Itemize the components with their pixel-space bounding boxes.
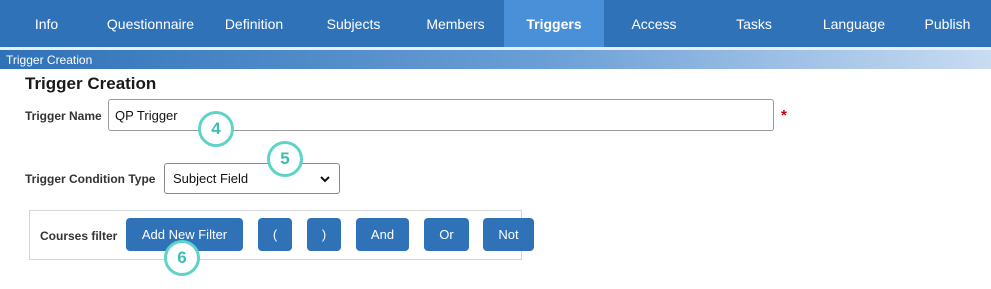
tab-language[interactable]: Language (804, 0, 904, 47)
condition-type-select[interactable]: Subject Field (164, 163, 340, 194)
or-button[interactable]: Or (424, 218, 469, 251)
tab-access[interactable]: Access (604, 0, 704, 47)
breadcrumb: Trigger Creation (0, 50, 991, 69)
close-paren-button[interactable]: ) (307, 218, 341, 251)
page-title: Trigger Creation (25, 74, 157, 93)
courses-filter-label: Courses filter (40, 229, 118, 243)
step-marker-5: 5 (267, 141, 303, 177)
and-button[interactable]: And (356, 218, 409, 251)
trigger-name-label: Trigger Name (25, 109, 102, 123)
not-button[interactable]: Not (483, 218, 534, 251)
tab-tasks[interactable]: Tasks (704, 0, 804, 47)
condition-type-label: Trigger Condition Type (25, 172, 156, 186)
required-marker: * (781, 107, 787, 124)
open-paren-button[interactable]: ( (258, 218, 292, 251)
tab-info[interactable]: Info (0, 0, 93, 47)
tab-members[interactable]: Members (407, 0, 504, 47)
step-marker-4: 4 (198, 111, 234, 147)
top-nav: Info Questionnaire Definition Subjects M… (0, 0, 991, 47)
condition-type-value: Subject Field (173, 171, 249, 186)
breadcrumb-label: Trigger Creation (6, 53, 93, 67)
chevron-down-icon (320, 176, 330, 183)
step-marker-6: 6 (164, 240, 200, 276)
tab-subjects[interactable]: Subjects (300, 0, 407, 47)
tab-publish[interactable]: Publish (904, 0, 991, 47)
tab-triggers[interactable]: Triggers (504, 0, 604, 47)
tab-definition[interactable]: Definition (208, 0, 300, 47)
tab-questionnaire[interactable]: Questionnaire (93, 0, 208, 47)
